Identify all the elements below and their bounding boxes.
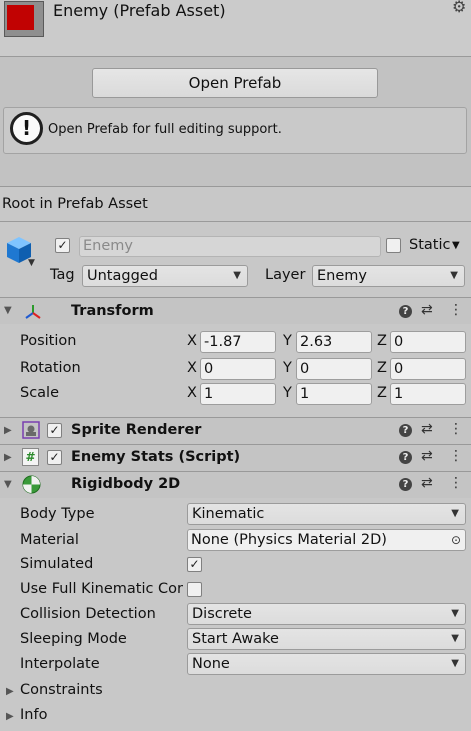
axis-y-label: Y [283,360,292,376]
transform-icon [25,305,41,319]
help-icon[interactable]: ? [399,305,412,318]
full-kinematic-label: Use Full Kinematic Cor [20,581,184,597]
rotation-z-field[interactable]: 0 [390,358,466,380]
enemy-stats-enabled-checkbox[interactable]: ✓ [47,450,62,465]
material-value: None (Physics Material 2D) [191,532,387,548]
collision-detection-dropdown[interactable]: Discrete ▼ [187,603,466,625]
thumbnail-sprite [7,5,34,30]
static-label: Static [409,237,451,253]
rotation-x-field[interactable]: 0 [200,358,276,380]
collision-detection-value: Discrete [192,606,252,622]
tag-dropdown[interactable]: Untagged ▼ [82,265,248,287]
position-y-field[interactable]: 2.63 [296,331,372,353]
axis-z-label: Z [377,360,387,376]
fold-icon[interactable]: ▼ [4,479,12,490]
chevron-down-icon: ▼ [451,608,459,619]
sprite-renderer-title: Sprite Renderer [71,422,202,438]
help-icon[interactable]: ? [399,478,412,491]
body-type-dropdown[interactable]: Kinematic ▼ [187,503,466,525]
kebab-icon[interactable]: ⋮ [449,475,463,491]
sleeping-mode-label: Sleeping Mode [20,631,127,647]
info-foldout[interactable]: Info [20,707,47,723]
interpolate-dropdown[interactable]: None ▼ [187,653,466,675]
layer-dropdown[interactable]: Enemy ▼ [312,265,465,287]
axis-y-label: Y [283,333,292,349]
rigidbody-icon [22,475,41,494]
sleeping-mode-dropdown[interactable]: Start Awake ▼ [187,628,466,650]
scale-label: Scale [20,385,60,401]
position-label: Position [20,333,77,349]
axis-z-label: Z [377,333,387,349]
material-object-field[interactable]: None (Physics Material 2D) ⊙ [187,529,466,551]
kebab-icon[interactable]: ⋮ [449,421,463,437]
chevron-down-icon: ▼ [451,508,459,519]
chevron-down-icon: ▼ [233,270,241,281]
root-label: Root in Prefab Asset [2,196,148,212]
layer-value: Enemy [317,268,367,284]
fold-icon[interactable]: ▶ [4,425,12,436]
gameobject-name-field[interactable]: Enemy [79,236,381,257]
position-x-field[interactable]: -1.87 [200,331,276,353]
kebab-icon[interactable]: ⋮ [449,302,463,318]
help-text: Open Prefab for full editing support. [48,122,282,137]
simulated-label: Simulated [20,556,94,572]
simulated-checkbox[interactable]: ✓ [187,557,202,572]
constraints-foldout[interactable]: Constraints [20,682,103,698]
fold-icon[interactable]: ▶ [4,452,12,463]
rigidbody-title: Rigidbody 2D [71,476,181,492]
fold-icon[interactable]: ▶ [6,711,14,722]
script-icon: # [22,448,39,466]
tag-value: Untagged [87,268,158,284]
kebab-icon[interactable]: ⋮ [449,448,463,464]
transform-title: Transform [71,303,154,319]
object-picker-icon[interactable]: ⊙ [451,530,461,550]
enemy-stats-title: Enemy Stats (Script) [71,449,241,465]
rotation-label: Rotation [20,360,81,376]
fold-icon[interactable]: ▼ [4,305,12,316]
body-type-value: Kinematic [192,506,265,522]
sprite-renderer-icon [22,421,40,439]
preset-icon[interactable]: ⇄ [421,475,433,491]
interpolate-value: None [192,656,230,672]
asset-title: Enemy (Prefab Asset) [53,1,226,20]
chevron-down-icon: ▼ [450,270,458,281]
tag-label: Tag [50,267,75,283]
full-kinematic-checkbox[interactable] [187,582,202,597]
static-dropdown-caret[interactable]: ▼ [452,240,460,251]
material-label: Material [20,532,79,548]
help-icon[interactable]: ? [399,424,412,437]
interpolate-label: Interpolate [20,656,100,672]
rotation-y-field[interactable]: 0 [296,358,372,380]
active-checkbox[interactable]: ✓ [55,238,70,253]
axis-y-label: Y [283,385,292,401]
collision-detection-label: Collision Detection [20,606,156,622]
axis-x-label: X [187,333,197,349]
preset-icon[interactable]: ⇄ [421,421,433,437]
open-prefab-button[interactable]: Open Prefab [92,68,378,98]
axis-x-label: X [187,360,197,376]
static-checkbox[interactable] [386,238,401,253]
chevron-down-icon: ▼ [451,658,459,669]
layer-label: Layer [265,267,306,283]
gear-icon[interactable]: ⚙ [452,0,466,16]
chevron-down-icon[interactable]: ▼ [28,258,35,268]
sleeping-mode-value: Start Awake [192,631,279,647]
axis-z-label: Z [377,385,387,401]
scale-y-field[interactable]: 1 [296,383,372,405]
preset-icon[interactable]: ⇄ [421,448,433,464]
scale-x-field[interactable]: 1 [200,383,276,405]
chevron-down-icon: ▼ [451,633,459,644]
axis-x-label: X [187,385,197,401]
position-z-field[interactable]: 0 [390,331,466,353]
fold-icon[interactable]: ▶ [6,686,14,697]
sprite-renderer-enabled-checkbox[interactable]: ✓ [47,423,62,438]
preset-icon[interactable]: ⇄ [421,302,433,318]
scale-z-field[interactable]: 1 [390,383,466,405]
body-type-label: Body Type [20,506,95,522]
help-icon[interactable]: ? [399,451,412,464]
info-icon: ! [10,112,43,145]
